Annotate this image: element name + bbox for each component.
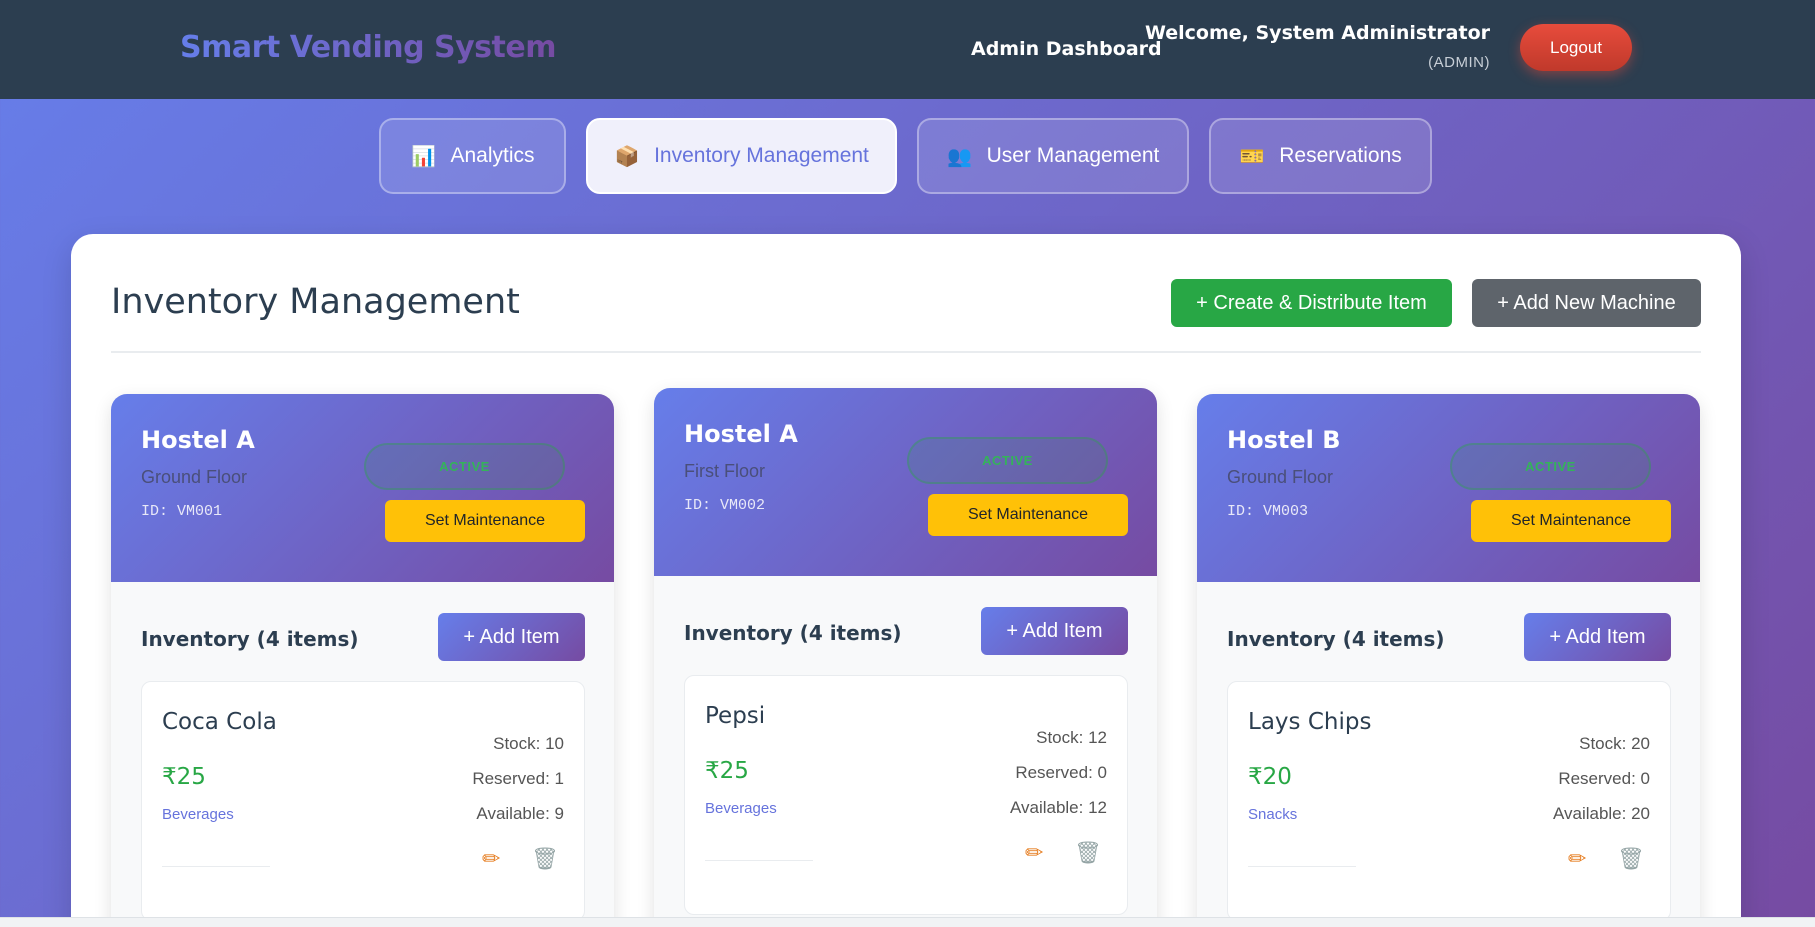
- user-role: (ADMIN): [1428, 54, 1490, 71]
- item-stock: Stock: 10: [493, 734, 564, 753]
- users-icon: 👥: [947, 145, 973, 168]
- machine-id: ID: VM003: [1227, 503, 1309, 520]
- item-name: Pepsi: [705, 703, 766, 729]
- item-price: ₹20: [1248, 764, 1292, 790]
- item-available: Available: 12: [1009, 798, 1107, 817]
- item-stats: Stock: 12 Reserved: 0 Available: 12: [1010, 720, 1107, 825]
- add-new-machine-button[interactable]: + Add New Machine: [1472, 279, 1701, 327]
- tab-label: Reservations: [1279, 144, 1402, 167]
- set-maintenance-button[interactable]: Set Maintenance: [1471, 500, 1671, 542]
- inventory-title: Inventory (4 items): [1227, 627, 1445, 651]
- page-title: Inventory Management: [111, 282, 520, 322]
- status-badge: ACTIVE: [907, 437, 1108, 484]
- edit-icon[interactable]: ✏: [1568, 846, 1586, 872]
- machine-card-header: Hostel A Ground Floor ID: VM001 ACTIVE S…: [111, 394, 614, 582]
- tab-reservations[interactable]: 🎫 Reservations: [1209, 118, 1432, 194]
- delete-icon[interactable]: 🗑: [531, 846, 559, 872]
- set-maintenance-button[interactable]: Set Maintenance: [385, 500, 585, 542]
- welcome-text: Welcome, System Administrator: [1144, 22, 1490, 44]
- delete-icon[interactable]: 🗑: [1617, 846, 1645, 872]
- machine-floor: First Floor: [684, 461, 765, 481]
- machine-card-header: Hostel A First Floor ID: VM002 ACTIVE Se…: [654, 388, 1157, 576]
- inventory-item-card: Lays Chips ₹20 Snacks Stock: 20 Reserved…: [1227, 681, 1671, 921]
- item-price: ₹25: [162, 764, 206, 790]
- chart-icon: 📊: [411, 145, 436, 168]
- item-price: ₹25: [705, 758, 749, 784]
- machine-id: ID: VM001: [141, 503, 223, 520]
- item-stock: Stock: 12: [1036, 728, 1107, 747]
- item-reserved: Reserved: 0: [1558, 769, 1650, 788]
- divider: [705, 860, 813, 861]
- item-available: Available: 9: [476, 804, 564, 823]
- inventory-item-card: Pepsi ₹25 Beverages Stock: 12 Reserved: …: [684, 675, 1128, 915]
- delete-icon[interactable]: 🗑: [1074, 840, 1102, 866]
- status-badge: ACTIVE: [1450, 443, 1651, 490]
- tab-user-management[interactable]: 👥 User Management: [917, 118, 1189, 194]
- status-badge: ACTIVE: [364, 443, 565, 490]
- item-stats: Stock: 20 Reserved: 0 Available: 20: [1553, 726, 1650, 831]
- set-maintenance-button[interactable]: Set Maintenance: [928, 494, 1128, 536]
- top-navbar: Smart Vending System Admin Dashboard Wel…: [0, 0, 1815, 99]
- edit-icon[interactable]: ✏: [1025, 840, 1043, 866]
- machine-id: ID: VM002: [684, 497, 766, 514]
- tab-label: Analytics: [450, 144, 535, 167]
- machine-floor: Ground Floor: [1227, 467, 1334, 487]
- ticket-icon: 🎫: [1239, 145, 1265, 168]
- divider: [1248, 866, 1356, 867]
- package-icon: 📦: [614, 145, 640, 168]
- create-distribute-item-button[interactable]: + Create & Distribute Item: [1171, 279, 1452, 327]
- inventory-item-card: Coca Cola ₹25 Beverages Stock: 10 Reserv…: [141, 681, 585, 921]
- divider: [111, 351, 1701, 353]
- inventory-panel: Inventory Management + Create & Distribu…: [71, 234, 1741, 927]
- item-stock: Stock: 20: [1579, 734, 1650, 753]
- user-info: Welcome, System Administrator (ADMIN): [1145, 22, 1490, 71]
- edit-icon[interactable]: ✏: [482, 846, 500, 872]
- machine-name: Hostel A: [684, 420, 798, 448]
- tab-label: User Management: [986, 144, 1160, 167]
- divider: [162, 866, 270, 867]
- item-reserved: Reserved: 0: [1015, 763, 1107, 782]
- machine-card: Hostel A Ground Floor ID: VM001 ACTIVE S…: [111, 394, 614, 927]
- window-bottom-edge: [0, 917, 1815, 927]
- add-item-button[interactable]: + Add Item: [1524, 613, 1671, 661]
- item-category: Snacks: [1248, 806, 1298, 823]
- item-category: Beverages: [705, 800, 777, 817]
- add-item-button[interactable]: + Add Item: [438, 613, 585, 661]
- inventory-title: Inventory (4 items): [141, 627, 359, 651]
- machine-floor: Ground Floor: [141, 467, 248, 487]
- item-reserved: Reserved: 1: [472, 769, 564, 788]
- item-name: Coca Cola: [162, 709, 277, 735]
- tab-label: Inventory Management: [654, 144, 869, 167]
- inventory-title: Inventory (4 items): [684, 621, 902, 645]
- machine-card: Hostel B Ground Floor ID: VM003 ACTIVE S…: [1197, 394, 1700, 927]
- tab-analytics[interactable]: 📊 Analytics: [379, 118, 566, 194]
- machine-name: Hostel B: [1227, 426, 1341, 454]
- machine-card-header: Hostel B Ground Floor ID: VM003 ACTIVE S…: [1197, 394, 1700, 582]
- tab-inventory-management[interactable]: 📦 Inventory Management: [586, 118, 897, 194]
- item-stats: Stock: 10 Reserved: 1 Available: 9: [472, 726, 564, 831]
- item-available: Available: 20: [1552, 804, 1650, 823]
- machine-card: Hostel A First Floor ID: VM002 ACTIVE Se…: [654, 388, 1157, 927]
- admin-dashboard-label: Admin Dashboard: [971, 38, 1162, 60]
- tab-bar: 📊 Analytics 📦 Inventory Management 👥 Use…: [0, 118, 1815, 194]
- add-item-button[interactable]: + Add Item: [981, 607, 1128, 655]
- item-category: Beverages: [162, 806, 234, 823]
- item-name: Lays Chips: [1248, 709, 1372, 735]
- logout-button[interactable]: Logout: [1520, 24, 1632, 71]
- machine-name: Hostel A: [141, 426, 255, 454]
- brand-title: Smart Vending System: [180, 30, 556, 65]
